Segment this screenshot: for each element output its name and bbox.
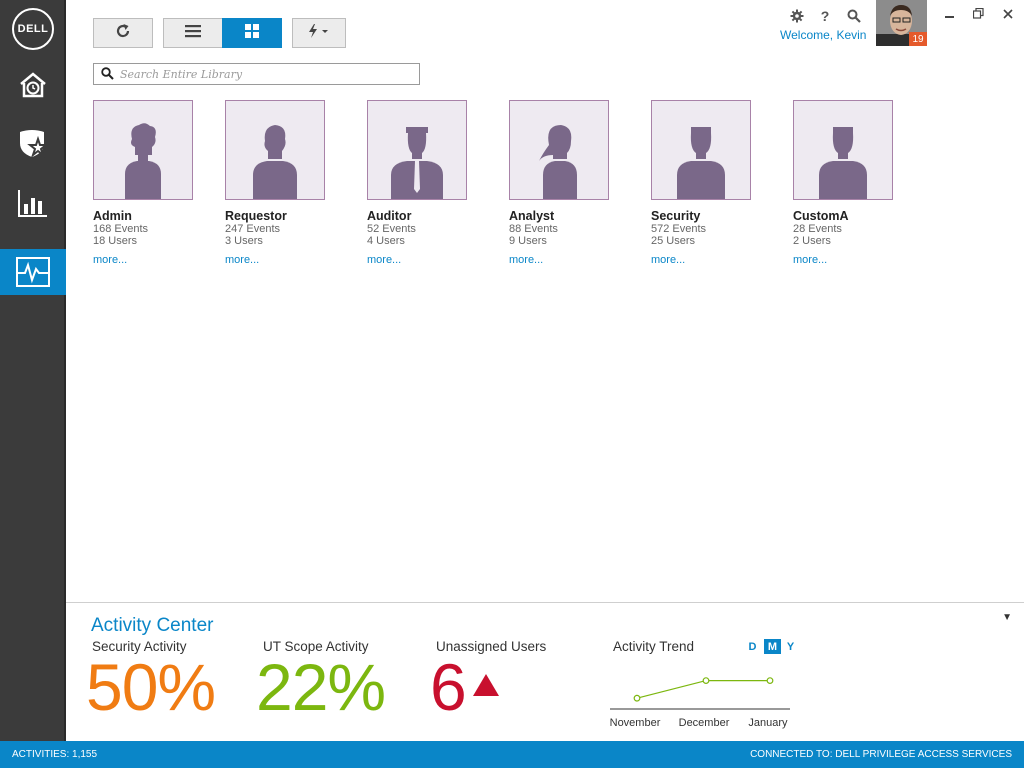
lightning-dropdown-icon xyxy=(306,23,332,44)
role-tile[interactable] xyxy=(651,100,751,200)
role-tile[interactable] xyxy=(793,100,893,200)
role-name: Security xyxy=(651,209,701,223)
refresh-button[interactable] xyxy=(93,18,153,48)
trend-toggle-year[interactable]: Y xyxy=(782,639,799,654)
left-nav: DELL xyxy=(0,0,66,741)
role-more-link[interactable]: more... xyxy=(93,254,203,266)
analyst-person-icon xyxy=(539,125,577,199)
admin-person-icon xyxy=(125,123,161,199)
role-more-link[interactable]: more... xyxy=(509,254,619,266)
restore-icon xyxy=(972,7,984,22)
role-name: Analyst xyxy=(509,209,555,223)
role-card-requestor[interactable]: Requestor 247 Events 3 Users more... xyxy=(225,100,335,266)
activity-trend-chart: November December January xyxy=(610,677,790,729)
role-name: Admin xyxy=(93,209,132,223)
security-activity-value: 50% xyxy=(86,650,216,724)
search-icon xyxy=(101,67,114,85)
role-card-customa[interactable]: CustomA 28 Events 2 Users more... xyxy=(793,100,903,266)
trend-x-label: December xyxy=(679,717,730,729)
grid-view-icon xyxy=(244,23,260,44)
list-view-icon xyxy=(184,24,202,43)
role-events: 88 Events xyxy=(509,223,558,235)
nav-item-activity[interactable] xyxy=(0,249,66,295)
activity-center-title: Activity Center xyxy=(91,615,214,636)
auditor-person-icon xyxy=(391,127,443,199)
notification-badge[interactable]: 19 xyxy=(909,32,927,46)
role-card-auditor[interactable]: Auditor 52 Events 4 Users more... xyxy=(367,100,477,266)
refresh-icon xyxy=(114,22,132,45)
nav-item-security[interactable] xyxy=(0,120,66,166)
nav-item-reports[interactable] xyxy=(0,180,66,226)
role-events: 52 Events xyxy=(367,223,416,235)
list-view-button[interactable] xyxy=(163,18,223,48)
security-person-icon xyxy=(677,127,725,199)
minimize-button[interactable] xyxy=(942,8,956,22)
grid-view-button[interactable] xyxy=(222,18,282,48)
activity-trend-label: Activity Trend xyxy=(613,639,695,654)
activity-pulse-icon xyxy=(16,257,50,287)
trend-point-0 xyxy=(633,694,641,702)
minimize-icon xyxy=(944,16,954,18)
ut-scope-value: 22% xyxy=(256,650,386,724)
trend-x-label: November xyxy=(610,717,661,729)
activity-center-panel: Activity Center ▼ Security Activity 50% … xyxy=(66,602,1024,741)
role-card-admin[interactable]: Admin 168 Events 18 Users more... xyxy=(93,100,203,266)
trend-point-1 xyxy=(702,677,710,685)
role-name: CustomA xyxy=(793,209,849,223)
customa-person-icon xyxy=(819,127,867,199)
role-more-link[interactable]: more... xyxy=(793,254,903,266)
search-input[interactable] xyxy=(120,66,410,82)
role-name: Requestor xyxy=(225,209,287,223)
role-users: 4 Users xyxy=(367,235,405,247)
dell-logo: DELL xyxy=(12,8,54,50)
role-tile[interactable] xyxy=(367,100,467,200)
home-clock-icon xyxy=(18,71,48,99)
nav-item-home[interactable] xyxy=(0,62,66,108)
trend-point-2 xyxy=(766,677,774,685)
connection-status: CONNECTED TO: DELL PRIVILEGE ACCESS SERV… xyxy=(750,749,1012,760)
role-card-security[interactable]: Security 572 Events 25 Users more... xyxy=(651,100,761,266)
collapse-arrow-icon[interactable]: ▼ xyxy=(1002,612,1012,623)
restore-button[interactable] xyxy=(971,7,985,22)
role-events: 168 Events xyxy=(93,223,149,235)
activities-count: ACTIVITIES: 1,155 xyxy=(12,749,98,760)
unassigned-users-value: 6 xyxy=(430,650,467,724)
role-users: 9 Users xyxy=(509,235,547,247)
role-events: 28 Events xyxy=(793,223,842,235)
user-avatar[interactable]: 19 xyxy=(876,0,927,46)
trend-toggle-month[interactable]: M xyxy=(764,639,781,654)
role-more-link[interactable]: more... xyxy=(367,254,477,266)
actions-dropdown-button[interactable] xyxy=(292,18,346,48)
role-tile[interactable] xyxy=(509,100,609,200)
role-more-link[interactable]: more... xyxy=(651,254,761,266)
role-users: 18 Users xyxy=(93,235,138,247)
role-more-link[interactable]: more... xyxy=(225,254,335,266)
role-name: Auditor xyxy=(367,209,412,223)
requestor-person-icon xyxy=(253,125,297,199)
welcome-text[interactable]: Welcome, Kevin xyxy=(780,28,866,42)
role-users: 2 Users xyxy=(793,235,831,247)
search-box[interactable] xyxy=(93,63,420,85)
role-events: 247 Events xyxy=(225,223,281,235)
trend-line xyxy=(636,680,770,699)
role-users: 3 Users xyxy=(225,235,263,247)
up-arrow-icon xyxy=(472,673,500,702)
trend-toggle-day[interactable]: D xyxy=(744,639,761,654)
close-icon xyxy=(1003,8,1013,22)
role-tile[interactable] xyxy=(93,100,193,200)
close-button[interactable] xyxy=(1001,8,1015,22)
trend-x-label: January xyxy=(748,717,788,729)
role-events: 572 Events xyxy=(651,223,707,235)
status-bar: ACTIVITIES: 1,155 CONNECTED TO: DELL PRI… xyxy=(0,741,1024,768)
gear-icon[interactable] xyxy=(789,8,805,24)
bar-chart-icon xyxy=(17,188,49,218)
role-card-analyst[interactable]: Analyst 88 Events 9 Users more... xyxy=(509,100,619,266)
help-icon[interactable]: ? xyxy=(817,8,833,24)
shield-star-icon xyxy=(17,127,49,159)
role-users: 25 Users xyxy=(651,235,696,247)
role-tile[interactable] xyxy=(225,100,325,200)
search-top-icon[interactable] xyxy=(846,8,862,24)
